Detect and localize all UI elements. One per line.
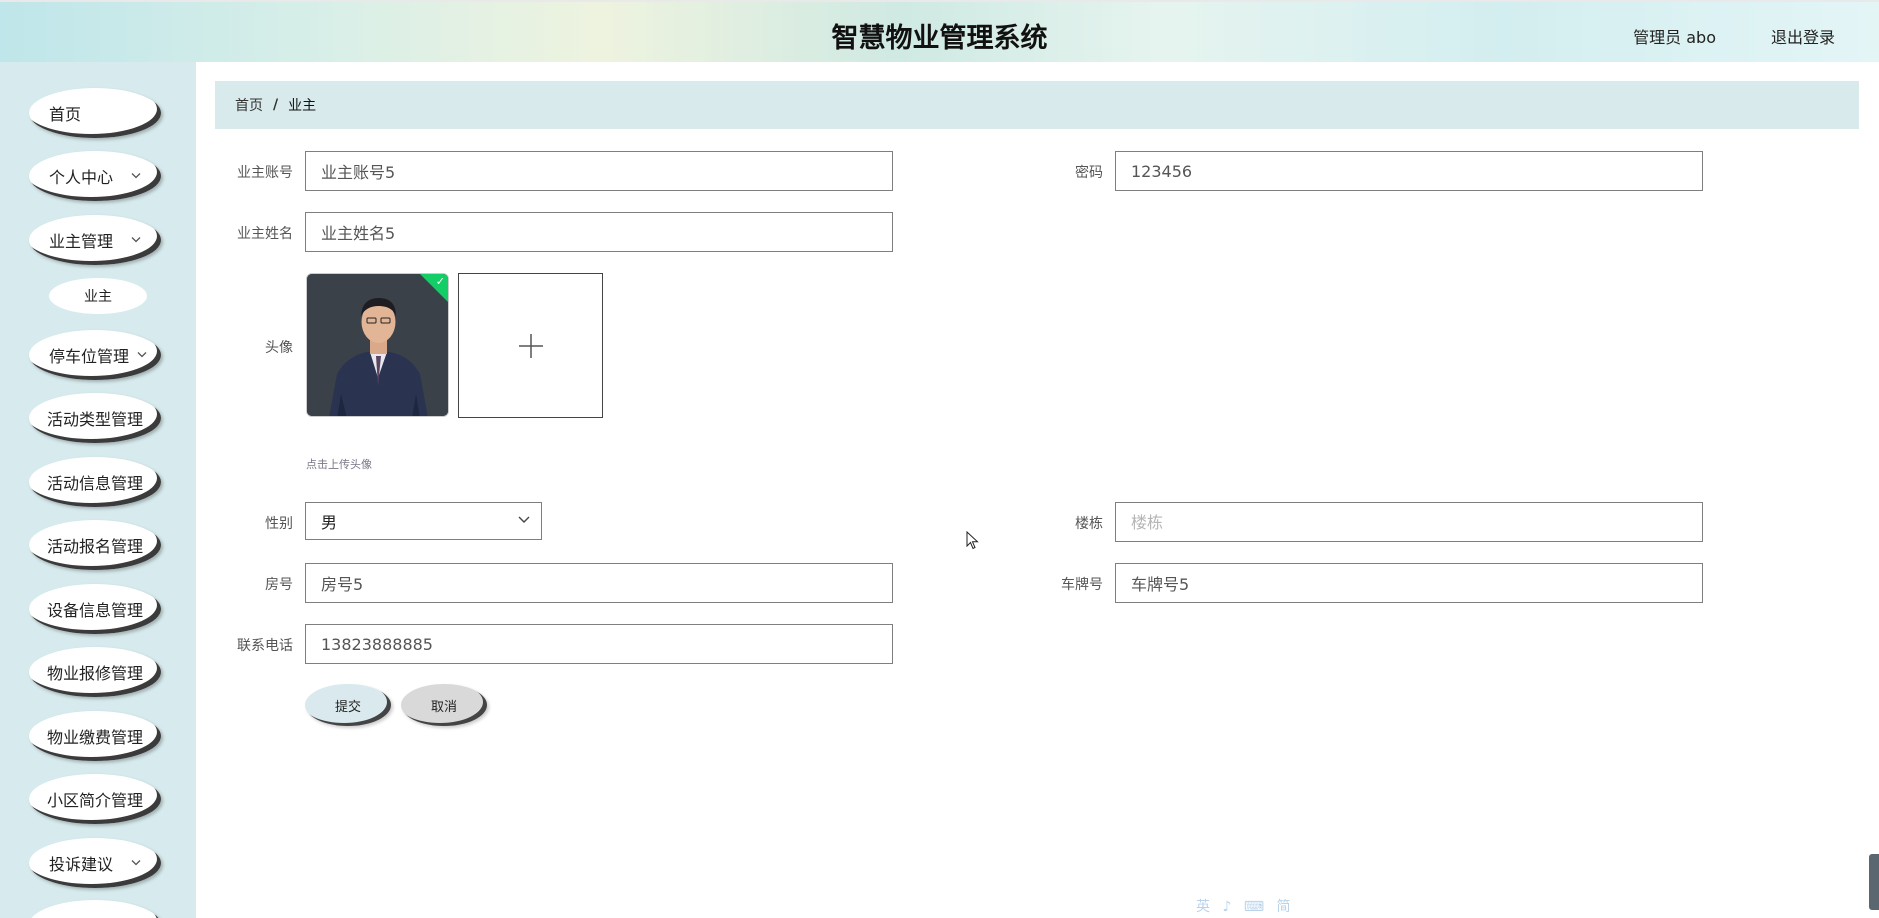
room-input[interactable] xyxy=(305,563,893,603)
sidebar-item-label: 物业缴费管理 xyxy=(46,728,143,747)
sidebar-item-label: 设备信息管理 xyxy=(46,601,143,620)
chevron-down-icon xyxy=(131,170,141,183)
breadcrumb-separator: / xyxy=(273,97,279,113)
password-input[interactable] xyxy=(1115,151,1703,191)
sidebar-item-label: 活动类型管理 xyxy=(46,410,143,429)
breadcrumb: 首页 / 业主 xyxy=(215,81,1859,129)
sidebar-item-activity-signup[interactable]: 活动报名管理 xyxy=(29,520,161,570)
sidebar-item-personal-center[interactable]: 个人中心 xyxy=(29,151,161,201)
submit-button[interactable]: 提交 xyxy=(305,684,391,726)
chevron-down-icon xyxy=(517,512,531,532)
sidebar-item-home[interactable]: 首页 xyxy=(29,88,161,138)
password-label: 密码 xyxy=(1075,165,1103,181)
sidebar-item-label: 物业报修管理 xyxy=(46,664,143,683)
edge-widget xyxy=(1869,854,1879,910)
sidebar-item-label: 小区简介管理 xyxy=(46,791,143,810)
sidebar-item-equipment-info[interactable]: 设备信息管理 xyxy=(29,584,161,634)
breadcrumb-home[interactable]: 首页 xyxy=(235,95,263,115)
sidebar-item-activity-type[interactable]: 活动类型管理 xyxy=(29,393,161,443)
avatar-label: 头像 xyxy=(265,340,293,356)
plus-icon xyxy=(518,333,543,358)
room-label: 房号 xyxy=(265,577,293,593)
sidebar-item-parking-management[interactable]: 停车位管理 xyxy=(29,330,161,380)
current-user-label: 管理员 abo xyxy=(1633,28,1716,47)
sidebar-item-label: 首页 xyxy=(49,105,82,124)
sidebar-item-repair[interactable]: 物业报修管理 xyxy=(29,647,161,697)
building-label: 楼栋 xyxy=(1075,516,1103,532)
check-icon: ✓ xyxy=(435,275,445,288)
mouse-cursor-icon xyxy=(966,530,980,555)
top-header: 智慧物业管理系统 管理员 abo 退出登录 xyxy=(0,0,1879,62)
logout-link[interactable]: 退出登录 xyxy=(1771,24,1835,48)
chevron-down-icon xyxy=(137,349,147,362)
breadcrumb-current: 业主 xyxy=(288,98,317,114)
gender-select[interactable]: 男 xyxy=(305,502,542,540)
chevron-down-icon xyxy=(131,234,141,247)
sidebar-item-owner-management[interactable]: 业主管理 xyxy=(29,215,161,265)
sidebar-item-label: 业主 xyxy=(84,289,112,305)
gender-label: 性别 xyxy=(265,516,293,532)
account-label: 业主账号 xyxy=(237,165,293,181)
name-label: 业主姓名 xyxy=(237,226,293,242)
phone-label: 联系电话 xyxy=(237,638,293,654)
phone-input[interactable] xyxy=(305,624,893,664)
sidebar-item-activity-info[interactable]: 活动信息管理 xyxy=(29,457,161,507)
sidebar-menu: 首页 个人中心 业主管理 业主 停车位管理 活动类型管理 活动信息管理 活动报名… xyxy=(0,62,196,918)
sidebar-subitem-owner[interactable]: 业主 xyxy=(49,278,147,314)
sidebar-item-label: 活动信息管理 xyxy=(46,474,143,493)
plate-label: 车牌号 xyxy=(1061,577,1103,593)
sidebar-item-community-intro[interactable]: 小区简介管理 xyxy=(29,774,161,824)
sidebar-item-label: 停车位管理 xyxy=(49,347,130,366)
sidebar-item-label: 投诉建议 xyxy=(49,855,114,874)
sidebar-item-label: 个人中心 xyxy=(49,168,114,187)
account-input[interactable] xyxy=(305,151,893,191)
upload-plus-button[interactable] xyxy=(458,273,603,418)
ime-toolbar: 英 ♪ ⌨ 简 xyxy=(1196,899,1295,915)
avatar-image[interactable]: ✓ xyxy=(306,273,449,417)
name-input[interactable] xyxy=(305,212,893,252)
building-input[interactable] xyxy=(1115,502,1703,542)
plate-input[interactable] xyxy=(1115,563,1703,603)
sidebar-item-complaints[interactable]: 投诉建议 xyxy=(29,838,161,888)
upload-hint: 点击上传头像 xyxy=(306,458,372,471)
sidebar-item-payment[interactable]: 物业缴费管理 xyxy=(29,711,161,761)
cancel-button[interactable]: 取消 xyxy=(401,684,487,726)
sidebar-item-label: 活动报名管理 xyxy=(46,537,143,556)
app-title: 智慧物业管理系统 xyxy=(831,23,1048,54)
gender-select-value: 男 xyxy=(321,513,338,532)
sidebar-item-label: 业主管理 xyxy=(49,232,114,251)
sidebar-item-more[interactable] xyxy=(29,900,161,918)
chevron-down-icon xyxy=(131,857,141,870)
